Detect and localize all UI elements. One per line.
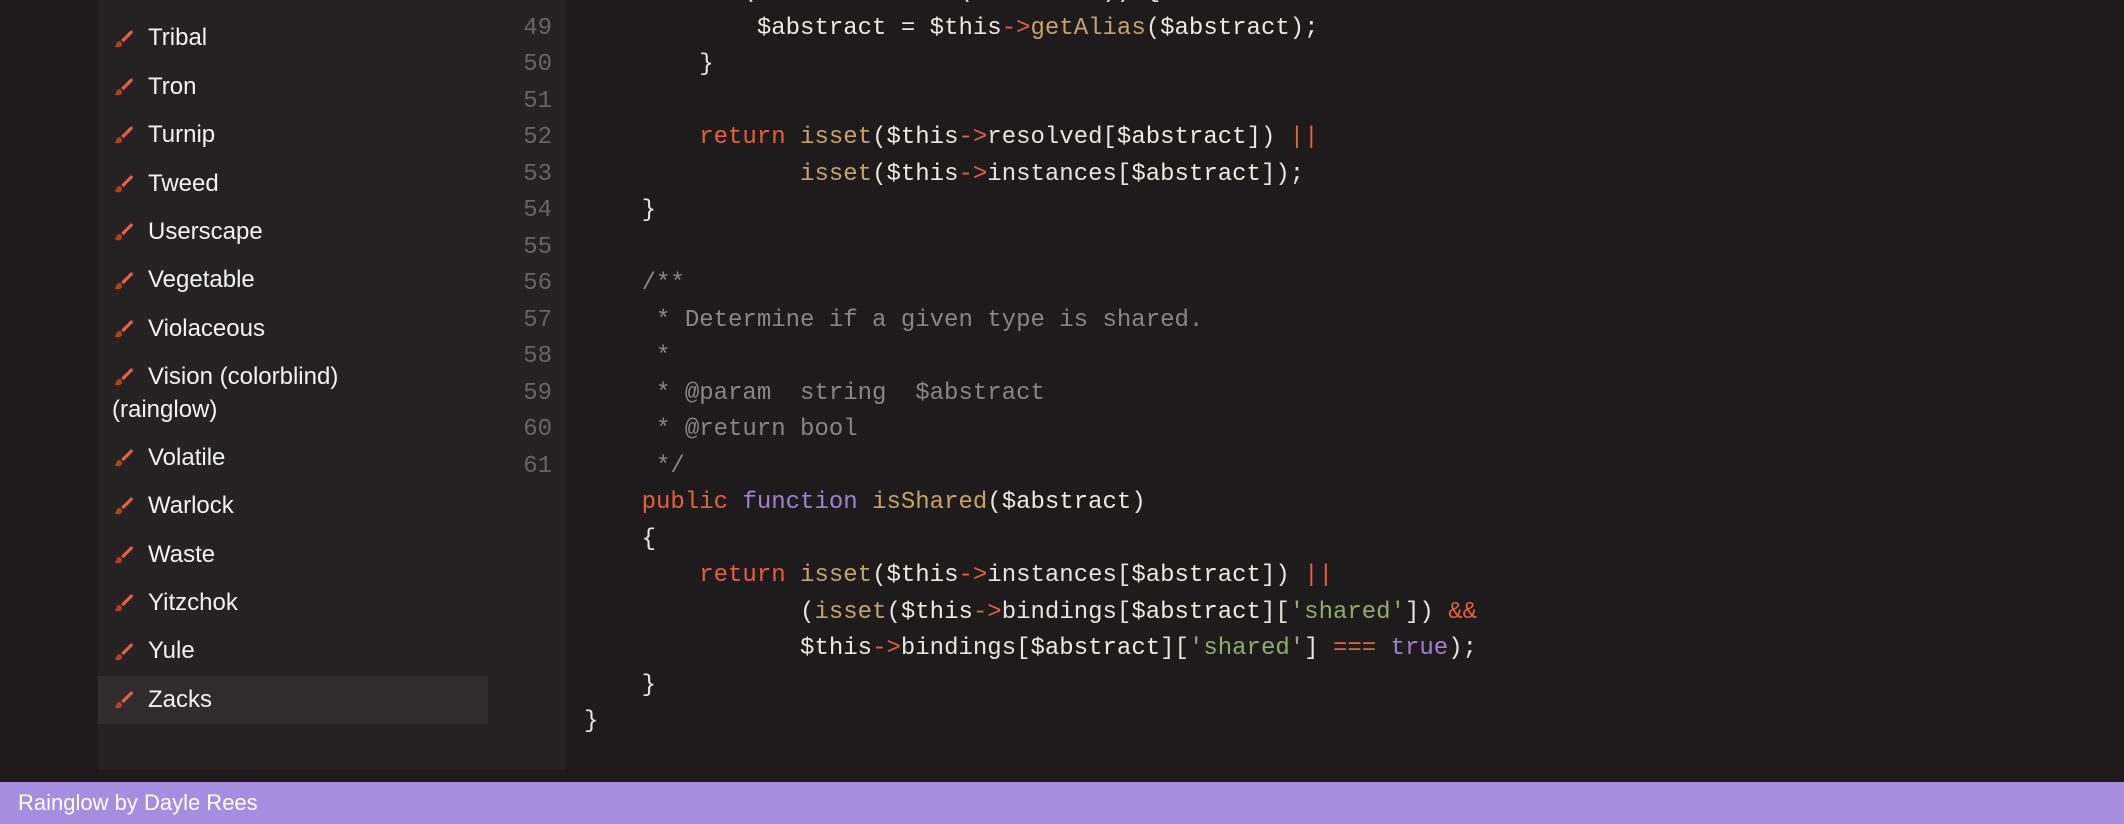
theme-item-label: Yitzchok bbox=[148, 587, 238, 619]
line-number: 56 bbox=[488, 266, 552, 303]
theme-item-label: Tron bbox=[148, 71, 196, 103]
code-line[interactable]: public function isShared($abstract) bbox=[566, 485, 2124, 522]
brush-icon bbox=[112, 447, 134, 469]
code-line[interactable]: * Determine if a given type is shared. bbox=[566, 303, 2124, 340]
code-line[interactable]: return isset($this->resolved[$abstract])… bbox=[566, 120, 2124, 157]
theme-item-label: Tweed bbox=[148, 168, 219, 200]
theme-item[interactable]: Volatile bbox=[98, 434, 488, 482]
brush-icon bbox=[112, 221, 134, 243]
code-line[interactable]: * @param string $abstract bbox=[566, 376, 2124, 413]
code-line[interactable] bbox=[566, 84, 2124, 121]
code-line[interactable]: * bbox=[566, 339, 2124, 376]
code-line[interactable]: isset($this->instances[$abstract]); bbox=[566, 157, 2124, 194]
line-number: 54 bbox=[488, 193, 552, 230]
theme-item[interactable]: Warlock bbox=[98, 482, 488, 530]
code-line[interactable]: */ bbox=[566, 449, 2124, 486]
line-number-gutter: 4849505152535455565758596061 bbox=[488, 0, 566, 770]
theme-item-label: Zacks bbox=[148, 684, 212, 716]
brush-icon bbox=[112, 641, 134, 663]
theme-item-label: Tribal bbox=[148, 22, 207, 54]
line-number: 55 bbox=[488, 230, 552, 267]
theme-item-label: Yule bbox=[148, 635, 195, 667]
code-line[interactable]: } bbox=[566, 704, 2124, 741]
theme-item[interactable]: Zacks bbox=[98, 676, 488, 724]
theme-item[interactable]: Violaceous bbox=[98, 305, 488, 353]
theme-item-label: Warlock bbox=[148, 490, 234, 522]
line-number: 49 bbox=[488, 11, 552, 48]
brush-icon bbox=[112, 124, 134, 146]
theme-list: Tonic Tribal Tron Turnip Tweed Userscape Veget… bbox=[98, 0, 488, 724]
code-line[interactable]: $abstract = $this->getAlias($abstract); bbox=[566, 11, 2124, 48]
code-line[interactable]: /** bbox=[566, 266, 2124, 303]
theme-item-label: Volatile bbox=[148, 442, 225, 474]
theme-list-sidebar: Tonic Tribal Tron Turnip Tweed Userscape Veget… bbox=[98, 0, 488, 770]
theme-item-label: Userscape bbox=[148, 216, 263, 248]
code-line[interactable]: } bbox=[566, 47, 2124, 84]
theme-item-label: Turnip bbox=[148, 119, 215, 151]
brush-icon bbox=[112, 592, 134, 614]
line-number: 61 bbox=[488, 449, 552, 486]
code-line[interactable]: return isset($this->instances[$abstract]… bbox=[566, 558, 2124, 595]
line-number: 48 bbox=[488, 0, 552, 11]
code-line[interactable] bbox=[566, 230, 2124, 267]
brush-icon bbox=[112, 0, 134, 1]
brush-icon bbox=[112, 318, 134, 340]
app-root: Tonic Tribal Tron Turnip Tweed Userscape Veget… bbox=[0, 0, 2124, 824]
brush-icon bbox=[112, 495, 134, 517]
line-number: 52 bbox=[488, 120, 552, 157]
theme-item-label: Vision (colorblind) bbox=[148, 361, 338, 393]
theme-item[interactable]: Waste bbox=[98, 531, 488, 579]
theme-item-label: Waste bbox=[148, 539, 215, 571]
theme-item-sublabel: (rainglow) bbox=[112, 394, 474, 426]
theme-item[interactable]: Yitzchok bbox=[98, 579, 488, 627]
brush-icon bbox=[112, 173, 134, 195]
brush-icon bbox=[112, 366, 134, 388]
code-line[interactable]: (isset($this->bindings[$abstract]['share… bbox=[566, 595, 2124, 632]
theme-item-label: Violaceous bbox=[148, 313, 265, 345]
theme-item[interactable]: Tron bbox=[98, 63, 488, 111]
brush-icon bbox=[112, 28, 134, 50]
line-number: 59 bbox=[488, 376, 552, 413]
code-line[interactable]: $this->bindings[$abstract]['shared'] ===… bbox=[566, 631, 2124, 668]
line-number: 58 bbox=[488, 339, 552, 376]
footer-bar: Rainglow by Dayle Rees bbox=[0, 782, 2124, 824]
code-line[interactable]: } bbox=[566, 193, 2124, 230]
line-number: 50 bbox=[488, 47, 552, 84]
theme-item[interactable]: Userscape bbox=[98, 208, 488, 256]
footer-text: Rainglow by Dayle Rees bbox=[18, 790, 258, 816]
theme-item[interactable]: Vision (colorblind)(rainglow) bbox=[98, 353, 488, 434]
code-line[interactable]: { bbox=[566, 522, 2124, 559]
theme-item[interactable]: Turnip bbox=[98, 111, 488, 159]
code-line[interactable]: * @return bool bbox=[566, 412, 2124, 449]
code-area[interactable]: if ($this->isAlias($abstract)) { $abstra… bbox=[566, 0, 2124, 741]
brush-icon bbox=[112, 76, 134, 98]
brush-icon bbox=[112, 689, 134, 711]
theme-item-label: Tonic bbox=[148, 0, 204, 6]
code-line[interactable]: } bbox=[566, 668, 2124, 705]
theme-item[interactable]: Tribal bbox=[98, 14, 488, 62]
line-number: 51 bbox=[488, 84, 552, 121]
theme-item[interactable]: Tweed bbox=[98, 160, 488, 208]
theme-item[interactable]: Vegetable bbox=[98, 256, 488, 304]
theme-item[interactable]: Yule bbox=[98, 627, 488, 675]
code-line[interactable]: if ($this->isAlias($abstract)) { bbox=[566, 0, 2124, 11]
line-number: 53 bbox=[488, 157, 552, 194]
brush-icon bbox=[112, 270, 134, 292]
line-number: 60 bbox=[488, 412, 552, 449]
code-editor[interactable]: 4849505152535455565758596061 if ($this->… bbox=[488, 0, 2124, 770]
line-number: 57 bbox=[488, 303, 552, 340]
brush-icon bbox=[112, 544, 134, 566]
theme-item[interactable]: Tonic bbox=[98, 0, 488, 14]
theme-item-label: Vegetable bbox=[148, 264, 255, 296]
